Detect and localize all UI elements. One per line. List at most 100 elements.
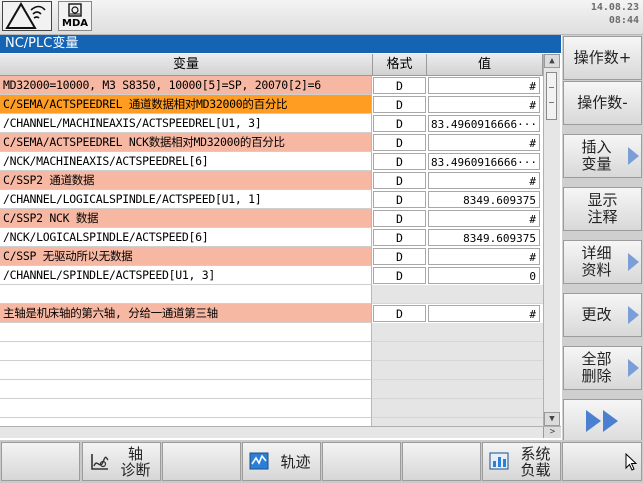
value-cell[interactable]: #	[428, 134, 540, 151]
variable-cell[interactable]: C/SSP 无驱动所以无数据	[0, 247, 372, 266]
variable-cell[interactable]	[0, 342, 372, 361]
softkey-horizontal-1[interactable]	[1, 442, 80, 481]
format-cell[interactable]: D	[373, 191, 426, 208]
format-cell[interactable]: D	[373, 115, 426, 132]
value-cell[interactable]	[427, 380, 543, 399]
variable-cell[interactable]	[0, 285, 372, 304]
variable-cell[interactable]	[0, 323, 372, 342]
format-cell[interactable]: D	[373, 267, 426, 284]
value-cell[interactable]	[427, 323, 543, 342]
table-row[interactable]: MD32000=10000, M3 S8350, 10000[5]=SP, 20…	[0, 76, 543, 95]
format-cell[interactable]: D	[373, 210, 426, 227]
table-row[interactable]: C/SSP2 通道数据 D #	[0, 171, 543, 190]
softkey-vertical-5[interactable]: 详细 资料	[563, 240, 642, 284]
softkey-horizontal-6[interactable]	[402, 442, 481, 481]
value-cell[interactable]: 83.4960916666···	[428, 115, 540, 132]
variable-cell[interactable]: C/SEMA/ACTSPEEDREL 通道数据相对MD32000的百分比	[0, 95, 372, 114]
format-cell[interactable]: D	[373, 96, 426, 113]
column-header-format[interactable]: 格式	[373, 54, 427, 76]
variable-cell[interactable]	[0, 361, 372, 380]
variable-cell[interactable]: /CHANNEL/LOGICALSPINDLE/ACTSPEED[U1, 1]	[0, 190, 372, 209]
value-cell[interactable]: #	[428, 248, 540, 265]
horizontal-scrollbar[interactable]: >	[0, 426, 561, 438]
value-cell[interactable]: #	[428, 305, 540, 322]
value-cell[interactable]: 0	[428, 267, 540, 284]
value-cell[interactable]: #	[428, 96, 540, 113]
table-row[interactable]	[0, 323, 543, 342]
vertical-scrollbar[interactable]: ▲ ▼	[543, 54, 560, 426]
value-cell[interactable]	[427, 418, 543, 426]
variable-cell[interactable]: /CHANNEL/MACHINEAXIS/ACTSPEEDREL[U1, 3]	[0, 114, 372, 133]
variable-table[interactable]: MD32000=10000, M3 S8350, 10000[5]=SP, 20…	[0, 76, 543, 426]
softkey-vertical-3[interactable]: 插入 变量	[563, 134, 642, 178]
format-cell[interactable]: D	[373, 305, 426, 322]
variable-cell[interactable]: C/SEMA/ACTSPEEDREL NCK数据相对MD32000的百分比	[0, 133, 372, 152]
variable-cell[interactable]: MD32000=10000, M3 S8350, 10000[5]=SP, 20…	[0, 76, 372, 95]
table-row[interactable]	[0, 285, 543, 304]
softkey-horizontal-7[interactable]: 系统 负载	[482, 442, 561, 481]
table-row[interactable]: /NCK/MACHINEAXIS/ACTSPEEDREL[6] D 83.49609…	[0, 152, 543, 171]
variable-cell[interactable]: /CHANNEL/SPINDLE/ACTSPEED[U1, 3]	[0, 266, 372, 285]
table-row[interactable]	[0, 342, 543, 361]
table-row[interactable]: /CHANNEL/MACHINEAXIS/ACTSPEEDREL[U1, 3] D…	[0, 114, 543, 133]
softkey-horizontal-3[interactable]	[162, 442, 241, 481]
table-row[interactable]: /CHANNEL/LOGICALSPINDLE/ACTSPEED[U1, 1] D…	[0, 190, 543, 209]
softkey-vertical-7[interactable]: 全部 删除	[563, 346, 642, 390]
variable-cell[interactable]	[0, 399, 372, 418]
table-row[interactable]: C/SEMA/ACTSPEEDREL NCK数据相对MD32000的百分比 D #	[0, 133, 543, 152]
scroll-down-icon[interactable]: ▼	[544, 412, 560, 426]
value-cell[interactable]: #	[428, 77, 540, 94]
softkey-vertical-6[interactable]: 更改	[563, 293, 642, 337]
value-cell[interactable]	[427, 399, 543, 418]
table-row[interactable]: 主轴是机床轴的第六轴, 分给一通道第三轴 D #	[0, 304, 543, 323]
value-cell[interactable]: 83.4960916666···	[428, 153, 540, 170]
value-cell[interactable]: #	[428, 172, 540, 189]
softkey-horizontal-4[interactable]: 轨迹	[242, 442, 321, 481]
format-cell[interactable]: D	[373, 172, 426, 189]
alarm-button[interactable]	[2, 1, 52, 31]
softkey-vertical-8[interactable]	[563, 399, 642, 443]
format-cell[interactable]	[372, 418, 427, 426]
value-cell[interactable]: 8349.609375	[428, 191, 540, 208]
table-row[interactable]: C/SSP2 NCK 数据 D #	[0, 209, 543, 228]
format-cell[interactable]	[372, 285, 427, 304]
format-cell[interactable]	[372, 323, 427, 342]
variable-cell[interactable]: /NCK/LOGICALSPINDLE/ACTSPEED[6]	[0, 228, 372, 247]
table-row[interactable]: C/SSP 无驱动所以无数据 D #	[0, 247, 543, 266]
scroll-up-icon[interactable]: ▲	[544, 54, 560, 68]
table-row[interactable]	[0, 418, 543, 426]
variable-cell[interactable]	[0, 418, 372, 426]
table-row[interactable]: /CHANNEL/SPINDLE/ACTSPEED[U1, 3] D 0	[0, 266, 543, 285]
softkey-horizontal-2[interactable]: 轴 诊断	[82, 442, 161, 481]
format-cell[interactable]: D	[373, 229, 426, 246]
variable-cell[interactable]: 主轴是机床轴的第六轴, 分给一通道第三轴	[0, 304, 372, 323]
variable-cell[interactable]	[0, 380, 372, 399]
softkey-horizontal-8[interactable]	[562, 442, 642, 481]
column-header-value[interactable]: 值	[427, 54, 543, 76]
value-cell[interactable]	[427, 361, 543, 380]
mode-button[interactable]: MDA	[58, 1, 92, 31]
format-cell[interactable]	[372, 399, 427, 418]
scroll-right-icon[interactable]: >	[543, 427, 561, 438]
table-row[interactable]	[0, 399, 543, 418]
value-cell[interactable]	[427, 342, 543, 361]
format-cell[interactable]	[372, 361, 427, 380]
format-cell[interactable]	[372, 342, 427, 361]
softkey-vertical-2[interactable]: 操作数-	[563, 81, 642, 125]
variable-cell[interactable]: C/SSP2 NCK 数据	[0, 209, 372, 228]
table-row[interactable]: C/SEMA/ACTSPEEDREL 通道数据相对MD32000的百分比 D #	[0, 95, 543, 114]
value-cell[interactable]: #	[428, 210, 540, 227]
value-cell[interactable]: 8349.609375	[428, 229, 540, 246]
softkey-vertical-1[interactable]: 操作数+	[563, 36, 642, 80]
format-cell[interactable]: D	[373, 134, 426, 151]
softkey-horizontal-5[interactable]	[322, 442, 401, 481]
table-row[interactable]: /NCK/LOGICALSPINDLE/ACTSPEED[6] D 8349.609…	[0, 228, 543, 247]
format-cell[interactable]: D	[373, 248, 426, 265]
value-cell[interactable]	[427, 285, 543, 304]
scroll-thumb[interactable]	[546, 72, 557, 120]
variable-cell[interactable]: /NCK/MACHINEAXIS/ACTSPEEDREL[6]	[0, 152, 372, 171]
table-row[interactable]	[0, 380, 543, 399]
format-cell[interactable]: D	[373, 153, 426, 170]
variable-cell[interactable]: C/SSP2 通道数据	[0, 171, 372, 190]
format-cell[interactable]: D	[373, 77, 426, 94]
